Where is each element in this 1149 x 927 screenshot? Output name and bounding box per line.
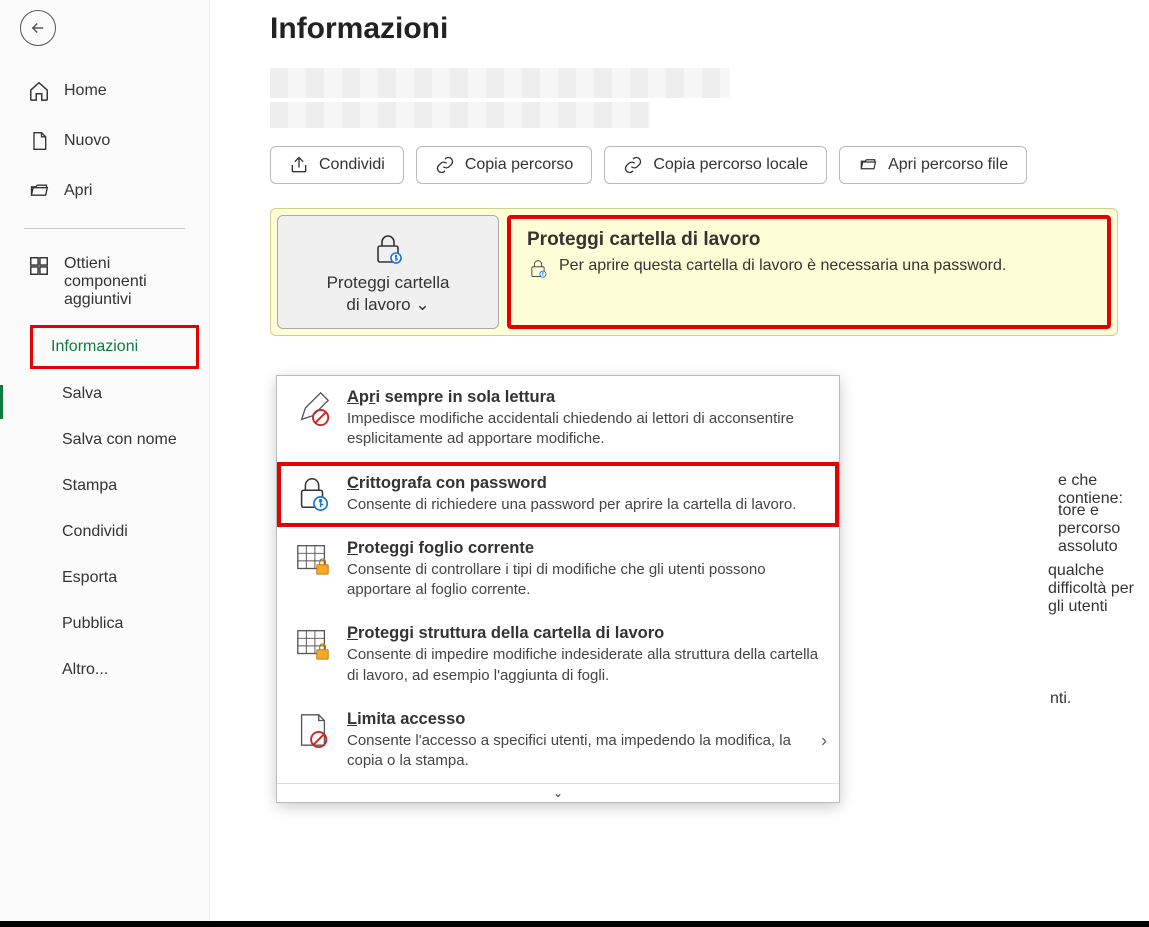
chevron-right-icon: › [821, 730, 827, 751]
menu-item-title: Proteggi struttura della cartella di lav… [347, 624, 823, 643]
menu-encrypt-password-highlighted[interactable]: Crittografa con password Consente di ric… [277, 462, 839, 527]
nav-addins[interactable]: Ottienicomponentiaggiuntivi [0, 241, 209, 323]
sheet-lock-icon [293, 539, 333, 579]
bg-text: nti. [1050, 690, 1071, 708]
toolbar: Condividi Copia percorso Copia percorso … [270, 146, 1149, 184]
arrow-left-icon [29, 19, 47, 37]
nav-label: Home [64, 82, 107, 100]
protect-workbook-button[interactable]: Proteggi cartelladi lavoro ⌄ [277, 215, 499, 329]
nav-label: Ottienicomponentiaggiuntivi [64, 255, 147, 309]
card-description: Per aprire questa cartella di lavoro è n… [559, 257, 1006, 275]
open-file-location-button[interactable]: Apri percorso file [839, 146, 1027, 184]
nav-label: Nuovo [64, 132, 110, 150]
bg-text: qualche difficoltà per gli utenti [1048, 562, 1149, 616]
protect-button-label: Proteggi cartelladi lavoro ⌄ [327, 272, 450, 316]
protect-workbook-menu: Apri sempre in sola lettura Impedisce mo… [276, 375, 840, 803]
nav-print[interactable]: Stampa [0, 463, 209, 509]
nav-new[interactable]: Nuovo [0, 116, 209, 166]
nav-home[interactable]: Home [0, 66, 209, 116]
folder-open-icon [858, 156, 878, 174]
menu-protect-structure[interactable]: Proteggi struttura della cartella di lav… [277, 612, 839, 698]
selected-accent [0, 385, 3, 419]
menu-item-title: Limita accesso [347, 710, 823, 729]
lock-icon [370, 232, 406, 264]
share-button[interactable]: Condividi [270, 146, 404, 184]
nav-other[interactable]: Altro... [0, 647, 209, 693]
chevron-down-icon: ⌄ [415, 295, 429, 314]
document-restrict-icon [293, 710, 333, 750]
link-icon [623, 155, 643, 175]
nav-publish[interactable]: Pubblica [0, 601, 209, 647]
file-path-redacted [270, 102, 650, 128]
nav-saveas[interactable]: Salva con nome [0, 417, 209, 463]
addins-icon [28, 255, 50, 277]
menu-open-readonly[interactable]: Apri sempre in sola lettura Impedisce mo… [277, 376, 839, 462]
nav-label: Informazioni [51, 338, 138, 355]
back-button[interactable] [20, 10, 56, 46]
nav-export[interactable]: Esporta [0, 555, 209, 601]
link-icon [435, 155, 455, 175]
copy-path-button[interactable]: Copia percorso [416, 146, 593, 184]
page-title: Informazioni [270, 12, 1149, 46]
menu-scroll-down[interactable]: ⌄ [277, 783, 839, 802]
workbook-lock-icon [293, 624, 333, 664]
menu-item-title: Crittografa con password [347, 474, 823, 493]
file-name-redacted [270, 68, 730, 98]
readonly-pencil-icon [293, 388, 333, 428]
nav-share[interactable]: Condividi [0, 509, 209, 555]
protect-workbook-card: Proteggi cartelladi lavoro ⌄ Proteggi ca… [270, 208, 1118, 336]
menu-restrict-access[interactable]: Limita accesso Consente l'accesso a spec… [277, 698, 839, 784]
bg-text: tore e percorso assoluto [1058, 502, 1149, 556]
sidebar: Home Nuovo Apri Ottienicomponentiaggiunt… [0, 0, 210, 927]
menu-item-title: Apri sempre in sola lettura [347, 388, 823, 407]
lock-key-icon [293, 474, 333, 514]
menu-item-desc: Consente di controllare i tipi di modifi… [347, 560, 823, 601]
menu-item-desc: Impedisce modifiche accidentali chiedend… [347, 409, 823, 450]
nav-open[interactable]: Apri [0, 166, 209, 216]
copy-local-path-button[interactable]: Copia percorso locale [604, 146, 827, 184]
divider [24, 228, 185, 229]
lock-key-icon [527, 257, 549, 279]
menu-item-desc: Consente di richiedere una password per … [347, 495, 823, 515]
share-icon [289, 155, 309, 175]
window-bottom-edge [0, 921, 1149, 927]
menu-item-desc: Consente di impedire modifiche indesider… [347, 645, 823, 686]
menu-item-desc: Consente l'accesso a specifici utenti, m… [347, 731, 823, 772]
protect-status-highlighted: Proteggi cartella di lavoro Per aprire q… [507, 215, 1111, 329]
nav-save[interactable]: Salva [0, 371, 209, 417]
nav-label: Apri [64, 182, 92, 200]
menu-protect-sheet[interactable]: Proteggi foglio corrente Consente di con… [277, 527, 839, 613]
folder-open-icon [28, 180, 50, 202]
card-title: Proteggi cartella di lavoro [527, 229, 1091, 251]
home-icon [28, 80, 50, 102]
nav-info-highlighted[interactable]: Informazioni [30, 325, 199, 369]
document-icon [28, 130, 50, 152]
menu-item-title: Proteggi foglio corrente [347, 539, 823, 558]
